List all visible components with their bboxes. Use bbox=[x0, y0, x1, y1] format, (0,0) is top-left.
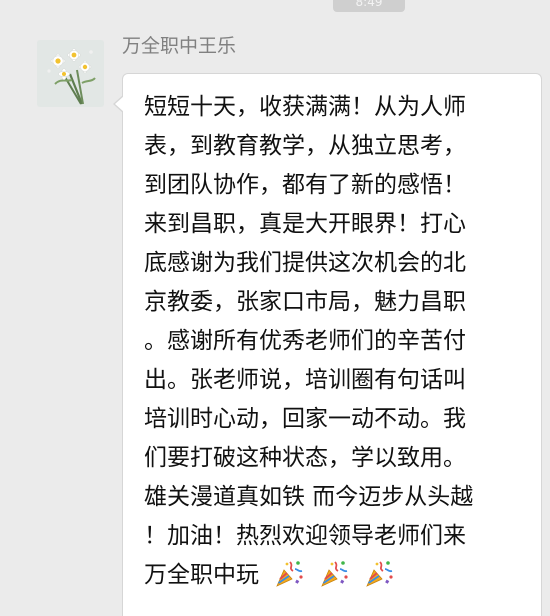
sender-name[interactable]: 万全职中王乐 bbox=[122, 30, 236, 62]
timestamp-pill: 8:49 bbox=[333, 0, 405, 12]
message-line: ！加油！热烈欢迎领导老师们来 bbox=[144, 523, 466, 549]
message-line-text: 万全职中玩 bbox=[144, 562, 259, 588]
avatar[interactable] bbox=[37, 40, 104, 107]
message-line: 出。张老师说，培训圈有句话叫 bbox=[144, 367, 466, 393]
daisy-bouquet-icon bbox=[37, 40, 104, 107]
message-line: 。感谢所有优秀老师们的辛苦付 bbox=[144, 328, 466, 354]
message-line: 雄关漫道真如铁 而今迈步从头越 bbox=[144, 484, 474, 510]
bubble-tail-fill bbox=[115, 96, 124, 112]
party-popper-icon bbox=[276, 561, 303, 587]
message-line: 短短十天，收获满满！从为人师 bbox=[144, 94, 466, 120]
message-line: 到团队协作，都有了新的感悟！ bbox=[144, 172, 466, 198]
message-line: 京教委，张家口市局，魅力昌职 bbox=[144, 289, 466, 315]
message-line: 培训时心动，回家一动不动。我 bbox=[144, 406, 466, 432]
message-line: 表，到教育教学，从独立思考， bbox=[144, 133, 466, 159]
message-text: 短短十天，收获满满！从为人师 表，到教育教学，从独立思考， 到团队协作，都有了新… bbox=[144, 88, 534, 595]
message-line: 们要打破这种状态，学以致用。 bbox=[144, 445, 466, 471]
party-popper-icon bbox=[321, 561, 348, 587]
message-line: 来到昌职，真是大开眼界！打心 bbox=[144, 211, 466, 237]
message-line: 底感谢为我们提供这次机会的北 bbox=[144, 250, 466, 276]
party-popper-icon bbox=[366, 561, 393, 587]
message-last-line: 万全职中玩 bbox=[144, 556, 534, 595]
